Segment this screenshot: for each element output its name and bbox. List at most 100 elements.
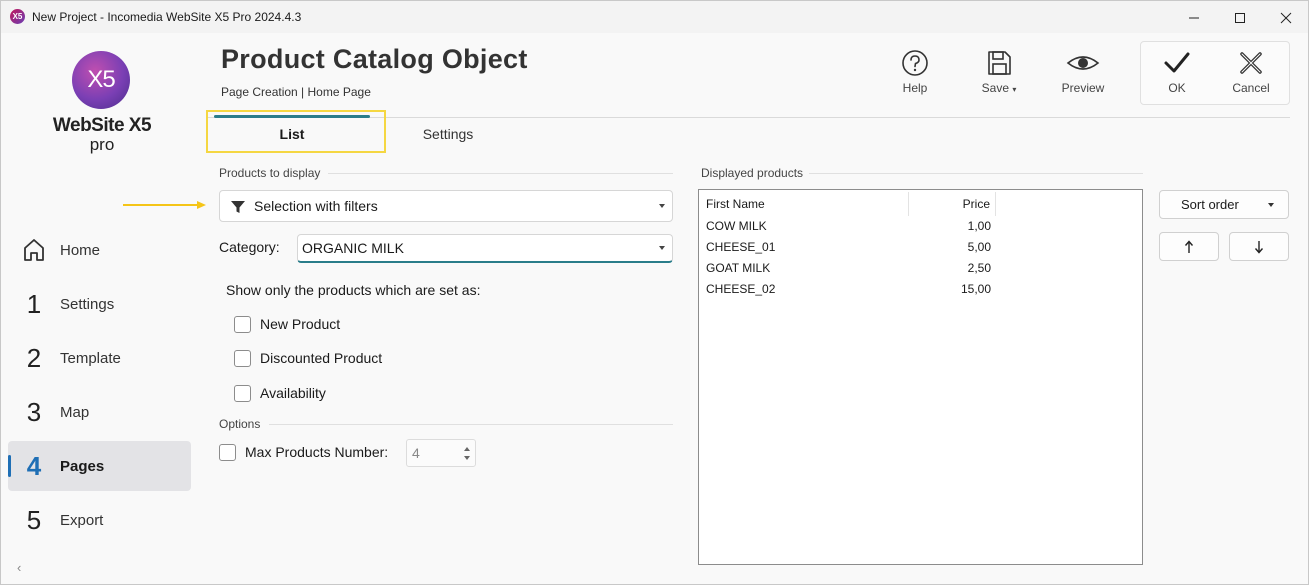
section-divider (809, 173, 1143, 174)
checkbox-label: Discounted Product (260, 350, 383, 366)
logo-edition: pro (89, 135, 115, 154)
cancel-button[interactable]: Cancel (1221, 49, 1281, 103)
sidebar-item-export[interactable]: 5 Export (8, 495, 191, 545)
displayed-products-table[interactable]: First Name Price COW MILK 1,00 CHEESE_01… (698, 189, 1143, 565)
minimize-button[interactable] (1171, 1, 1217, 33)
column-header-price[interactable]: Price (909, 192, 996, 216)
sidebar-item-label: Settings (60, 296, 115, 313)
sidebar-item-label: Template (60, 350, 121, 367)
ok-button[interactable]: OK (1147, 49, 1207, 103)
product-name: CHEESE_02 (706, 282, 776, 296)
new-product-checkbox[interactable] (234, 316, 251, 333)
category-label: Category: (219, 239, 280, 255)
max-products-checkbox[interactable] (219, 444, 236, 461)
sort-order-label: Sort order (1181, 197, 1239, 212)
app-window: X5 New Project - Incomedia WebSite X5 Pr… (0, 0, 1309, 585)
availability-checkbox[interactable] (234, 385, 251, 402)
app-icon: X5 (10, 9, 25, 24)
home-icon (24, 239, 44, 261)
sidebar-item-label: Pages (60, 458, 105, 475)
arrow-up-icon (1184, 240, 1194, 253)
sidebar-item-home[interactable]: Home (8, 225, 191, 275)
chevron-down-icon: ▾ (1012, 85, 1017, 94)
sidebar-item-template[interactable]: 2 Template (8, 333, 191, 383)
product-price: 2,50 (967, 261, 991, 275)
help-button[interactable]: Help (885, 49, 945, 103)
checkbox-label: New Product (260, 316, 341, 332)
table-row[interactable]: CHEESE_01 5,00 (699, 237, 996, 258)
product-price: 5,00 (967, 240, 991, 254)
tab-settings[interactable]: Settings (371, 118, 525, 152)
save-button[interactable]: Save ▾ (969, 49, 1029, 103)
step-number: 4 (26, 451, 42, 481)
title-bar: X5 New Project - Incomedia WebSite X5 Pr… (1, 1, 1308, 33)
step-number: 1 (26, 289, 42, 319)
move-down-button[interactable] (1229, 232, 1289, 261)
column-header-first-name[interactable]: First Name (699, 192, 909, 216)
category-select[interactable]: ORGANIC MILK (297, 234, 673, 263)
close-icon (1280, 12, 1292, 24)
section-divider (328, 173, 673, 174)
show-only-label: Show only the products which are set as: (226, 282, 481, 298)
products-filter-select[interactable]: Selection with filters (219, 190, 673, 222)
save-label: Save ▾ (981, 81, 1017, 95)
logo-mark: X5 (72, 51, 130, 109)
logo-name: WebSite X5 (52, 115, 152, 136)
sidebar-item-label: Export (60, 512, 104, 529)
filter-select-value: Selection with filters (254, 198, 378, 214)
chevron-down-icon (1268, 203, 1274, 207)
displayed-products-label: Displayed products (701, 166, 804, 180)
table-row[interactable]: CHEESE_02 15,00 (699, 279, 996, 300)
cancel-x-icon (1240, 52, 1262, 74)
step-number: 5 (26, 505, 42, 535)
close-window-button[interactable] (1263, 1, 1309, 33)
breadcrumb: Page Creation | Home Page (221, 85, 371, 99)
page-title: Product Catalog Object (221, 44, 528, 74)
minimize-icon (1189, 17, 1199, 19)
preview-label: Preview (1061, 81, 1105, 95)
annotation-highlight-box (206, 110, 386, 153)
collapse-sidebar-button[interactable]: ‹ (17, 560, 21, 575)
website-x5-logo: X5 WebSite X5 pro (51, 51, 153, 155)
stepper-down-icon[interactable] (464, 456, 470, 460)
discounted-product-checkbox[interactable] (234, 350, 251, 367)
maximize-icon (1235, 13, 1245, 24)
save-icon (988, 51, 1011, 75)
checkbox-label: Max Products Number: (245, 444, 389, 460)
ok-label: OK (1168, 81, 1186, 95)
product-price: 15,00 (960, 282, 991, 296)
arrow-down-icon (1254, 241, 1264, 254)
step-number: 2 (26, 343, 42, 373)
max-products-stepper[interactable]: 4 (406, 439, 476, 467)
eye-icon (1066, 56, 1100, 70)
product-name: GOAT MILK (706, 261, 771, 275)
product-name: COW MILK (706, 219, 767, 233)
help-icon (902, 50, 928, 76)
section-divider (269, 424, 673, 425)
step-number: 3 (26, 397, 42, 427)
table-row[interactable]: GOAT MILK 2,50 (699, 258, 996, 279)
help-label: Help (902, 81, 928, 95)
cancel-label: Cancel (1232, 81, 1270, 95)
sidebar-item-label: Map (60, 404, 90, 421)
checkbox-label: Availability (260, 385, 326, 401)
max-products-value: 4 (412, 445, 420, 461)
maximize-button[interactable] (1217, 1, 1263, 33)
sort-order-button[interactable]: Sort order (1159, 190, 1289, 219)
sidebar-item-pages[interactable]: 4 Pages (8, 441, 191, 491)
table-row[interactable]: COW MILK 1,00 (699, 216, 996, 237)
stepper-up-icon[interactable] (464, 447, 470, 451)
products-to-display-label: Products to display (219, 166, 321, 180)
product-name: CHEESE_01 (706, 240, 776, 254)
options-label: Options (219, 417, 261, 431)
window-title: New Project - Incomedia WebSite X5 Pro 2… (32, 10, 302, 24)
preview-button[interactable]: Preview (1053, 49, 1113, 103)
category-select-value: ORGANIC MILK (302, 240, 404, 256)
checkmark-icon (1164, 52, 1190, 73)
sidebar-item-label: Home (60, 242, 101, 259)
sidebar-item-settings[interactable]: 1 Settings (8, 279, 191, 329)
move-up-button[interactable] (1159, 232, 1219, 261)
annotation-arrow-icon (123, 201, 206, 209)
filter-icon (231, 201, 245, 213)
sidebar-item-map[interactable]: 3 Map (8, 387, 191, 437)
